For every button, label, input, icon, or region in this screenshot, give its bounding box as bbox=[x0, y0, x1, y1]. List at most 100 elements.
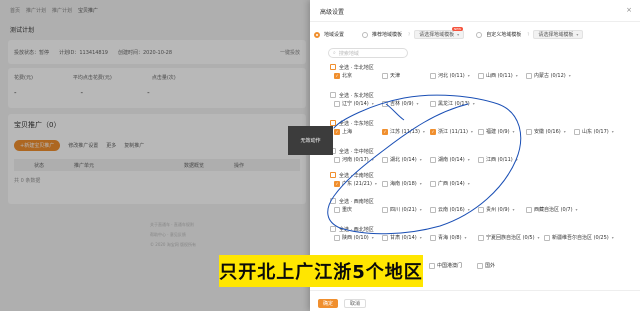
checkbox[interactable] bbox=[430, 234, 436, 241]
chevron-down-icon[interactable]: ▾ bbox=[564, 129, 566, 134]
province-item[interactable]: 山西 (0/11) ▾ bbox=[478, 71, 526, 80]
checkbox[interactable] bbox=[574, 128, 580, 135]
checkbox[interactable] bbox=[334, 100, 340, 107]
close-icon[interactable]: × bbox=[626, 6, 632, 14]
chevron-down-icon[interactable]: ▾ bbox=[372, 235, 374, 240]
checkbox[interactable] bbox=[382, 234, 388, 241]
checkbox[interactable] bbox=[382, 206, 388, 213]
chevron-down-icon[interactable]: ▾ bbox=[513, 207, 515, 212]
region-search-input[interactable]: ⌕ 搜索地域 bbox=[328, 48, 408, 58]
province-item[interactable]: ✓ 江苏 (11/13) ▾ bbox=[382, 127, 430, 136]
cancel-button[interactable]: 取消 bbox=[344, 299, 367, 308]
province-item[interactable]: 湖北 (0/14) ▾ bbox=[382, 155, 430, 164]
chevron-down-icon[interactable]: ▾ bbox=[538, 235, 540, 240]
checkbox-checked[interactable]: ✓ bbox=[334, 180, 340, 187]
chevron-down-icon[interactable]: ▾ bbox=[468, 157, 470, 162]
chevron-down-icon[interactable]: ▾ bbox=[612, 235, 614, 240]
chevron-down-icon[interactable]: ▾ bbox=[612, 129, 614, 134]
province-item[interactable]: 天津 bbox=[382, 71, 430, 80]
chevron-down-icon[interactable]: ▾ bbox=[468, 73, 470, 78]
radio-region-settings[interactable] bbox=[314, 31, 320, 38]
chevron-down-icon[interactable]: ▾ bbox=[516, 73, 518, 78]
region-checkbox[interactable] bbox=[330, 92, 336, 98]
province-item[interactable]: 宁夏回族自治区 (0/5) ▾ bbox=[478, 233, 544, 242]
radio-custom-template[interactable] bbox=[476, 31, 483, 38]
chevron-down-icon[interactable]: ▾ bbox=[417, 101, 419, 106]
checkbox[interactable] bbox=[478, 206, 484, 213]
recommended-template-select[interactable]: 请选择地域模板 ▾ bbox=[414, 30, 465, 39]
radio-recommended-template[interactable] bbox=[362, 31, 369, 38]
province-item[interactable]: 云南 (0/16) ▾ bbox=[430, 205, 478, 214]
checkbox[interactable] bbox=[430, 72, 436, 79]
checkbox[interactable] bbox=[526, 128, 532, 135]
province-item[interactable]: ✓ 上海 bbox=[334, 127, 382, 136]
province-item[interactable]: 山东 (0/17) ▾ bbox=[574, 127, 622, 136]
province-item[interactable]: 西藏自治区 (0/7) ▾ bbox=[526, 205, 596, 214]
province-item[interactable]: 陕西 (0/10) ▾ bbox=[334, 233, 382, 242]
province-item[interactable]: 安徽 (0/16) ▾ bbox=[526, 127, 574, 136]
chevron-down-icon[interactable]: ▾ bbox=[468, 207, 470, 212]
checkbox[interactable] bbox=[430, 180, 436, 187]
checkbox-checked[interactable]: ✓ bbox=[430, 128, 436, 135]
province-item[interactable]: 海南 (0/18) ▾ bbox=[382, 179, 430, 188]
chevron-down-icon[interactable]: ▾ bbox=[516, 157, 518, 162]
province-item[interactable]: 甘肃 (0/14) ▾ bbox=[382, 233, 430, 242]
province-item[interactable]: ✓ 广东 (21/21) ▾ bbox=[334, 179, 382, 188]
province-item[interactable]: ✓ 北京 bbox=[334, 71, 382, 80]
checkbox[interactable] bbox=[526, 72, 532, 79]
province-item[interactable]: 国外 bbox=[477, 261, 525, 270]
province-item[interactable]: 青海 (0/8) ▾ bbox=[430, 233, 478, 242]
checkbox[interactable] bbox=[430, 206, 436, 213]
province-item[interactable]: 四川 (0/21) ▾ bbox=[382, 205, 430, 214]
province-item[interactable]: 吉林 (0/9) ▾ bbox=[382, 99, 430, 108]
chevron-down-icon[interactable]: ▾ bbox=[420, 181, 422, 186]
checkbox[interactable] bbox=[382, 72, 388, 79]
chevron-down-icon[interactable]: ▾ bbox=[473, 101, 475, 106]
checkbox[interactable] bbox=[526, 206, 532, 213]
checkbox-checked[interactable]: ✓ bbox=[382, 128, 388, 135]
checkbox-checked[interactable]: ✓ bbox=[334, 128, 340, 135]
province-item[interactable]: 河南 (0/17) ▾ bbox=[334, 155, 382, 164]
chevron-down-icon[interactable]: ▾ bbox=[465, 235, 467, 240]
region-checkbox[interactable] bbox=[330, 226, 336, 232]
chevron-down-icon[interactable]: ▾ bbox=[576, 207, 578, 212]
province-item[interactable]: 新疆维吾尔自治区 (0/25) ▾ bbox=[544, 233, 620, 242]
province-item[interactable]: 湖南 (0/14) ▾ bbox=[430, 155, 478, 164]
province-item[interactable]: 辽宁 (0/14) ▾ bbox=[334, 99, 382, 108]
checkbox[interactable] bbox=[382, 156, 388, 163]
custom-template-select[interactable]: 请选择地域模板 ▾ bbox=[533, 30, 584, 39]
region-checkbox[interactable] bbox=[330, 198, 336, 204]
checkbox[interactable] bbox=[544, 234, 550, 241]
chevron-down-icon[interactable]: ▾ bbox=[513, 129, 515, 134]
checkbox[interactable] bbox=[382, 100, 388, 107]
chevron-down-icon[interactable]: ▾ bbox=[375, 181, 377, 186]
province-item[interactable]: 河北 (0/11) ▾ bbox=[430, 71, 478, 80]
chevron-down-icon[interactable]: ▾ bbox=[372, 101, 374, 106]
chevron-down-icon[interactable]: ▾ bbox=[372, 157, 374, 162]
province-item[interactable]: 黑龙江 (0/13) ▾ bbox=[430, 99, 478, 108]
region-checkbox[interactable] bbox=[330, 172, 336, 178]
province-item[interactable]: 贵州 (0/9) ▾ bbox=[478, 205, 526, 214]
checkbox-checked[interactable]: ✓ bbox=[334, 72, 340, 79]
chevron-down-icon[interactable]: ▾ bbox=[420, 157, 422, 162]
province-item[interactable]: 重庆 bbox=[334, 205, 382, 214]
checkbox[interactable] bbox=[334, 156, 340, 163]
checkbox[interactable] bbox=[429, 262, 435, 269]
checkbox[interactable] bbox=[477, 262, 483, 269]
checkbox[interactable] bbox=[334, 206, 340, 213]
province-item[interactable]: 江西 (0/11) ▾ bbox=[478, 155, 526, 164]
checkbox[interactable] bbox=[478, 156, 484, 163]
checkbox[interactable] bbox=[334, 234, 340, 241]
province-item[interactable]: 广西 (0/14) ▾ bbox=[430, 179, 478, 188]
checkbox[interactable] bbox=[382, 180, 388, 187]
chevron-down-icon[interactable]: ▾ bbox=[420, 235, 422, 240]
chevron-down-icon[interactable]: ▾ bbox=[420, 207, 422, 212]
province-item[interactable]: 福建 (0/9) ▾ bbox=[478, 127, 526, 136]
region-checkbox[interactable] bbox=[330, 64, 336, 70]
checkbox[interactable] bbox=[478, 128, 484, 135]
chevron-down-icon[interactable]: ▾ bbox=[471, 129, 473, 134]
confirm-button[interactable]: 确定 bbox=[318, 299, 339, 308]
chevron-down-icon[interactable]: ▾ bbox=[569, 73, 571, 78]
chevron-down-icon[interactable]: ▾ bbox=[423, 129, 425, 134]
province-item[interactable]: 中国港澳门 bbox=[429, 261, 477, 270]
